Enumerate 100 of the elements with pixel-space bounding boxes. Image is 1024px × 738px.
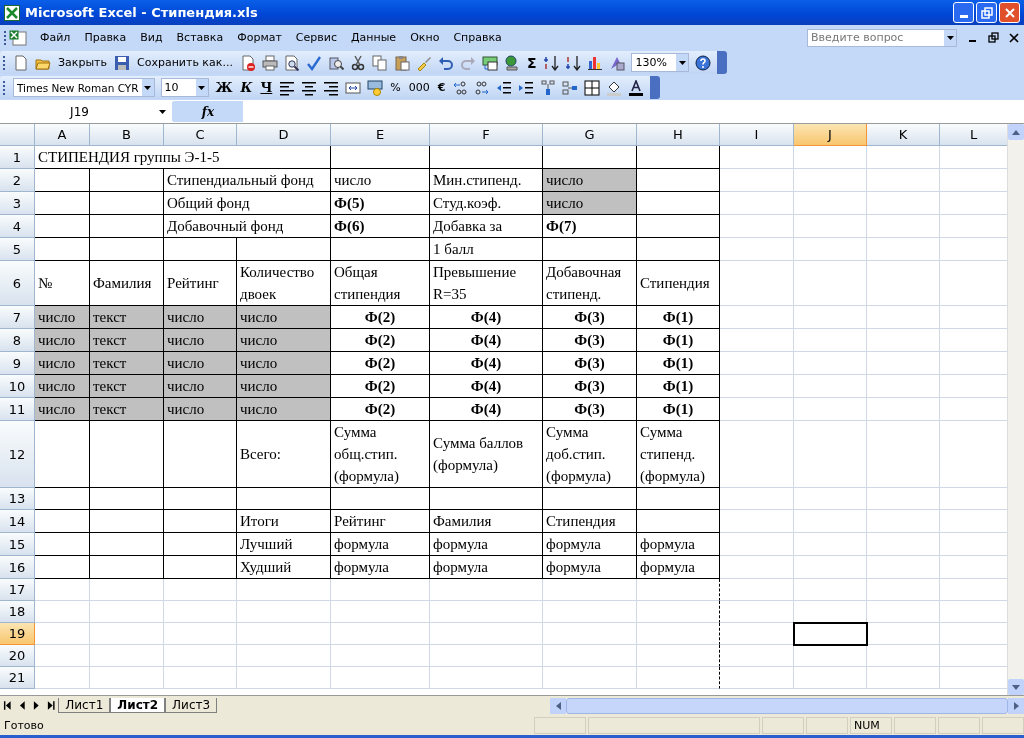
close-icon[interactable] bbox=[1009, 32, 1019, 43]
cell-merge-icon[interactable] bbox=[562, 79, 579, 96]
align-right-icon[interactable] bbox=[323, 79, 340, 96]
paste-icon[interactable] bbox=[393, 54, 410, 71]
row-header[interactable]: 5 bbox=[0, 238, 35, 261]
menu-item[interactable]: Данные bbox=[343, 31, 404, 44]
row-header[interactable]: 6 bbox=[0, 261, 35, 306]
copy-icon[interactable] bbox=[371, 54, 388, 71]
row-header[interactable]: 19 bbox=[0, 623, 35, 645]
menu-item[interactable]: Правка bbox=[77, 31, 134, 44]
zoom-dropdown[interactable]: 130% bbox=[631, 53, 690, 72]
menu-item[interactable]: Вид bbox=[133, 31, 170, 44]
column-header[interactable]: L bbox=[940, 124, 1007, 146]
column-header[interactable]: G bbox=[543, 124, 637, 146]
spelling-check-icon[interactable] bbox=[305, 54, 322, 71]
decrease-indent-icon[interactable] bbox=[496, 79, 513, 96]
row-header[interactable]: 9 bbox=[0, 352, 35, 375]
toolbar-options-button[interactable] bbox=[650, 76, 661, 99]
last-sheet-icon[interactable] bbox=[45, 701, 56, 710]
caret-icon[interactable] bbox=[144, 85, 151, 90]
caret-icon[interactable] bbox=[198, 85, 205, 90]
row-header[interactable]: 1 bbox=[0, 146, 35, 169]
chart-icon[interactable] bbox=[587, 54, 604, 71]
row-header[interactable]: 16 bbox=[0, 556, 35, 579]
save-icon[interactable] bbox=[114, 54, 130, 71]
column-header[interactable]: E bbox=[331, 124, 430, 146]
insert-function-button[interactable]: fx bbox=[173, 101, 243, 122]
row-header[interactable]: 18 bbox=[0, 601, 35, 623]
cell-spacing-icon[interactable] bbox=[540, 79, 557, 96]
next-sheet-icon[interactable] bbox=[32, 701, 40, 710]
column-header[interactable]: K bbox=[867, 124, 940, 146]
toolbar-options-button[interactable] bbox=[717, 51, 728, 74]
font-dropdown[interactable]: Times New Roman CYR bbox=[13, 78, 155, 97]
caret-icon[interactable] bbox=[678, 60, 686, 65]
restore-icon[interactable] bbox=[988, 32, 999, 43]
increase-indent-icon[interactable] bbox=[518, 79, 535, 96]
percent-button[interactable]: % bbox=[389, 81, 402, 94]
row-header[interactable]: 14 bbox=[0, 510, 35, 533]
help-search-field[interactable]: Введите вопрос bbox=[807, 28, 957, 47]
menu-item[interactable]: Файл bbox=[33, 31, 78, 44]
menu-item[interactable]: Справка bbox=[446, 31, 509, 44]
close-file-button[interactable]: Закрыть bbox=[57, 56, 108, 69]
research-icon[interactable] bbox=[327, 54, 344, 71]
help-icon[interactable] bbox=[695, 54, 712, 71]
currency-style-icon[interactable] bbox=[367, 79, 384, 96]
row-header[interactable]: 20 bbox=[0, 645, 35, 667]
row-header[interactable]: 15 bbox=[0, 533, 35, 556]
format-painter-icon[interactable] bbox=[415, 54, 432, 71]
scroll-up-icon[interactable] bbox=[1012, 129, 1020, 135]
scroll-right-icon[interactable] bbox=[1013, 701, 1019, 710]
scroll-left-icon[interactable] bbox=[555, 701, 561, 710]
restore-button[interactable] bbox=[976, 2, 997, 23]
row-header[interactable]: 17 bbox=[0, 579, 35, 601]
save-as-button[interactable]: Сохранить как... bbox=[136, 56, 234, 69]
bold-button[interactable]: Ж bbox=[214, 80, 234, 95]
caret-icon[interactable] bbox=[946, 35, 954, 40]
row-header[interactable]: 10 bbox=[0, 375, 35, 398]
menu-item[interactable]: Окно bbox=[403, 31, 447, 44]
row-header[interactable]: 4 bbox=[0, 215, 35, 238]
new-document-icon[interactable] bbox=[13, 54, 29, 71]
row-header[interactable]: 7 bbox=[0, 306, 35, 329]
hyperlink-icon[interactable] bbox=[503, 54, 520, 71]
sheet-tab[interactable]: Лист1 bbox=[58, 698, 111, 713]
workbook-icon[interactable] bbox=[9, 29, 27, 46]
row-header[interactable]: 21 bbox=[0, 667, 35, 689]
currency-convert-icon[interactable] bbox=[481, 54, 498, 71]
euro-button[interactable]: € bbox=[436, 81, 447, 94]
sort-ascending-icon[interactable] bbox=[543, 54, 560, 71]
merge-cells-icon[interactable] bbox=[345, 79, 362, 96]
active-cell[interactable] bbox=[794, 623, 867, 645]
sheet-tab[interactable]: Лист3 bbox=[165, 698, 218, 713]
decrease-decimal-icon[interactable] bbox=[474, 79, 491, 96]
row-header[interactable]: 8 bbox=[0, 329, 35, 352]
sheet-tab[interactable]: Лист2 bbox=[110, 698, 166, 713]
column-header[interactable]: C bbox=[164, 124, 237, 146]
row-header[interactable]: 11 bbox=[0, 398, 35, 421]
sort-descending-icon[interactable] bbox=[565, 54, 582, 71]
column-header[interactable]: F bbox=[430, 124, 543, 146]
align-center-icon[interactable] bbox=[301, 79, 318, 96]
row-header[interactable]: 12 bbox=[0, 421, 35, 488]
print-icon[interactable] bbox=[261, 54, 278, 71]
previous-sheet-icon[interactable] bbox=[18, 701, 27, 710]
menu-item[interactable]: Формат bbox=[230, 31, 289, 44]
first-sheet-icon[interactable] bbox=[3, 701, 13, 710]
row-header[interactable]: 3 bbox=[0, 192, 35, 215]
font-size-dropdown[interactable]: 10 bbox=[160, 78, 209, 97]
print-preview-icon[interactable] bbox=[283, 54, 300, 71]
font-color-icon[interactable] bbox=[628, 79, 645, 96]
autosum-button[interactable]: Σ bbox=[525, 54, 538, 71]
caret-icon[interactable] bbox=[159, 109, 166, 114]
scroll-down-icon[interactable] bbox=[1012, 684, 1020, 690]
borders-icon[interactable] bbox=[584, 79, 601, 96]
row-header[interactable]: 13 bbox=[0, 488, 35, 510]
increase-decimal-icon[interactable] bbox=[452, 79, 469, 96]
row-header[interactable]: 2 bbox=[0, 169, 35, 192]
column-header[interactable]: A bbox=[35, 124, 90, 146]
column-header[interactable]: H bbox=[637, 124, 720, 146]
column-header[interactable]: B bbox=[90, 124, 164, 146]
fill-color-icon[interactable] bbox=[606, 79, 623, 96]
thousands-separator-button[interactable]: 000 bbox=[407, 81, 431, 94]
